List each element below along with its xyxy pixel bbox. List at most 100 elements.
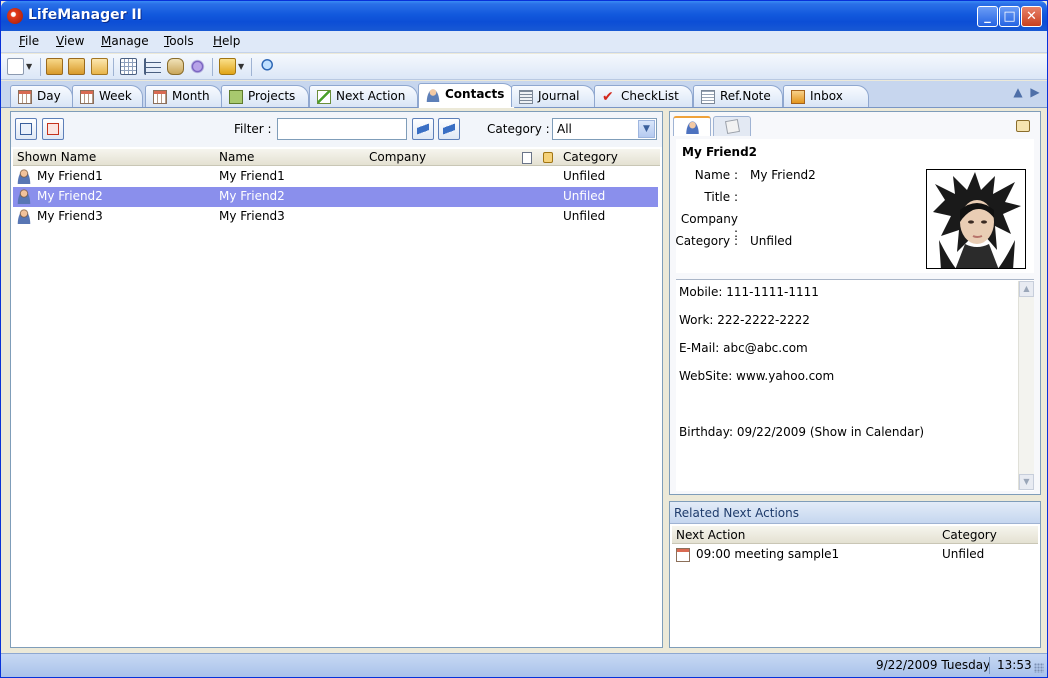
contact-person-icon: [17, 209, 31, 224]
cell-shown-name: My Friend3: [37, 209, 103, 223]
category-select[interactable]: All ▼: [552, 118, 657, 140]
delete-contact-icon: [47, 123, 59, 135]
notes-scrollbar[interactable]: ▲ ▼: [1018, 281, 1034, 490]
category-select-value: All: [557, 122, 572, 136]
name-label: Name :: [694, 168, 738, 182]
tab-checklist[interactable]: ✔ CheckList: [594, 85, 693, 107]
contact-detail-panel: My Friend2 Name : My Friend2 Title : Com…: [669, 111, 1041, 495]
table-row[interactable]: My Friend2 My Friend2 Unfiled: [13, 187, 658, 207]
column-company[interactable]: Company: [369, 150, 426, 164]
tab-contact-notes[interactable]: [713, 116, 751, 136]
cell-name: My Friend2: [219, 189, 285, 203]
apply-filter-button[interactable]: [412, 118, 434, 140]
lock-dropdown-arrow-icon[interactable]: ▼: [238, 58, 248, 75]
column-shown-name[interactable]: Shown Name: [17, 150, 96, 164]
table-row[interactable]: My Friend3 My Friend3 Unfiled: [13, 207, 658, 227]
app-window: LifeManager II _ □ ✕ File View Manage To…: [0, 0, 1048, 678]
main-toolbar: ▼ ▼: [1, 54, 1047, 80]
archive-icon[interactable]: [91, 58, 108, 75]
contacts-list-panel: Filter : Category : All ▼ Shown Name Nam…: [10, 111, 663, 648]
calendar-event-icon: [676, 548, 690, 562]
tab-week[interactable]: Week: [72, 85, 143, 107]
contact-person-icon: [686, 121, 699, 134]
scroll-up-icon[interactable]: ▲: [1019, 281, 1034, 297]
clear-filter-icon: [443, 123, 455, 135]
filter-input[interactable]: [277, 118, 407, 140]
close-button[interactable]: ✕: [1021, 6, 1042, 27]
menu-view[interactable]: View: [56, 34, 84, 48]
view-tabs: Day Week Month Projects Next Action Cont…: [1, 81, 1047, 108]
tab-label: Contacts: [445, 87, 505, 101]
contact-person-icon: [17, 169, 31, 184]
export-icon[interactable]: [68, 58, 85, 75]
title-bar[interactable]: LifeManager II _ □ ✕: [1, 1, 1047, 31]
contact-person-icon: [17, 189, 31, 204]
clear-filter-button[interactable]: [438, 118, 460, 140]
cell-category: Unfiled: [563, 169, 606, 183]
column-category[interactable]: Category: [563, 150, 618, 164]
tab-projects[interactable]: Projects: [221, 85, 309, 107]
journal-icon: [519, 90, 533, 104]
mobile-line: Mobile: 111-1111-1111: [679, 285, 819, 299]
tab-day[interactable]: Day: [10, 85, 73, 107]
table-row[interactable]: My Friend1 My Friend1 Unfiled: [13, 167, 658, 187]
tab-label: CheckList: [621, 89, 679, 103]
maximize-button[interactable]: □: [999, 6, 1020, 27]
menu-file[interactable]: File: [19, 34, 39, 48]
unlock-icon[interactable]: [1016, 120, 1030, 132]
scroll-down-icon[interactable]: ▼: [1019, 474, 1034, 490]
tree-view-icon[interactable]: [144, 58, 161, 75]
toolbar-separator: [212, 58, 213, 76]
contact-photo[interactable]: [926, 169, 1026, 269]
menu-help[interactable]: Help: [213, 34, 240, 48]
database-icon[interactable]: [167, 58, 184, 75]
column-name[interactable]: Name: [219, 150, 254, 164]
column-next-action[interactable]: Next Action: [676, 528, 745, 542]
column-lock-icon[interactable]: [543, 152, 553, 163]
minimize-button[interactable]: _: [977, 6, 998, 27]
tab-journal[interactable]: Journal: [511, 85, 595, 107]
inbox-icon: [791, 90, 805, 104]
tab-contacts[interactable]: Contacts: [418, 83, 515, 108]
add-contact-icon: [20, 123, 32, 135]
toolbar-separator: [113, 58, 114, 76]
delete-contact-button[interactable]: [42, 118, 64, 140]
chevron-down-icon[interactable]: ▼: [638, 120, 655, 138]
table-view-icon[interactable]: [120, 58, 137, 75]
status-date: 9/22/2009 Tuesday: [876, 658, 991, 672]
related-actions-title: Related Next Actions: [670, 502, 1040, 524]
tab-scroll-up-icon[interactable]: ▲: [1011, 85, 1025, 103]
tab-scroll-right-icon[interactable]: ▶: [1028, 85, 1042, 103]
contacts-toolbar: Filter : Category : All ▼: [11, 112, 662, 147]
tab-label: Next Action: [336, 89, 406, 103]
projects-icon: [229, 90, 243, 104]
lock-icon[interactable]: [219, 58, 236, 75]
resize-grip-icon[interactable]: [1034, 663, 1044, 673]
tab-inbox[interactable]: Inbox: [783, 85, 869, 107]
column-note-icon[interactable]: [522, 152, 532, 164]
menu-tools[interactable]: Tools: [164, 34, 194, 48]
calendar-month-icon: [153, 90, 167, 104]
title-label: Title :: [704, 190, 738, 204]
contact-notes-area[interactable]: Mobile: 111-1111-1111 Work: 222-2222-222…: [676, 279, 1034, 491]
column-related-category[interactable]: Category: [942, 528, 997, 542]
tab-next-action[interactable]: Next Action: [309, 85, 418, 107]
tab-month[interactable]: Month: [145, 85, 222, 107]
tab-label: Day: [37, 89, 61, 103]
search-icon[interactable]: [257, 58, 274, 75]
add-contact-button[interactable]: [15, 118, 37, 140]
category-label: Category :: [487, 122, 550, 136]
new-dropdown-arrow-icon[interactable]: ▼: [26, 58, 36, 75]
settings-gear-icon[interactable]: [189, 58, 206, 75]
list-item[interactable]: 09:00 meeting sample1 Unfiled: [672, 546, 1038, 564]
tab-contact-info[interactable]: [673, 116, 711, 136]
new-document-icon[interactable]: [7, 58, 24, 75]
cell-category: Unfiled: [563, 209, 606, 223]
window-title: LifeManager II: [28, 7, 142, 23]
app-logo-icon: [7, 8, 23, 24]
tab-ref-note[interactable]: Ref.Note: [693, 85, 783, 107]
tab-label: Week: [99, 89, 132, 103]
category-detail-label: Category :: [675, 234, 738, 248]
menu-manage[interactable]: Manage: [101, 34, 149, 48]
import-icon[interactable]: [46, 58, 63, 75]
